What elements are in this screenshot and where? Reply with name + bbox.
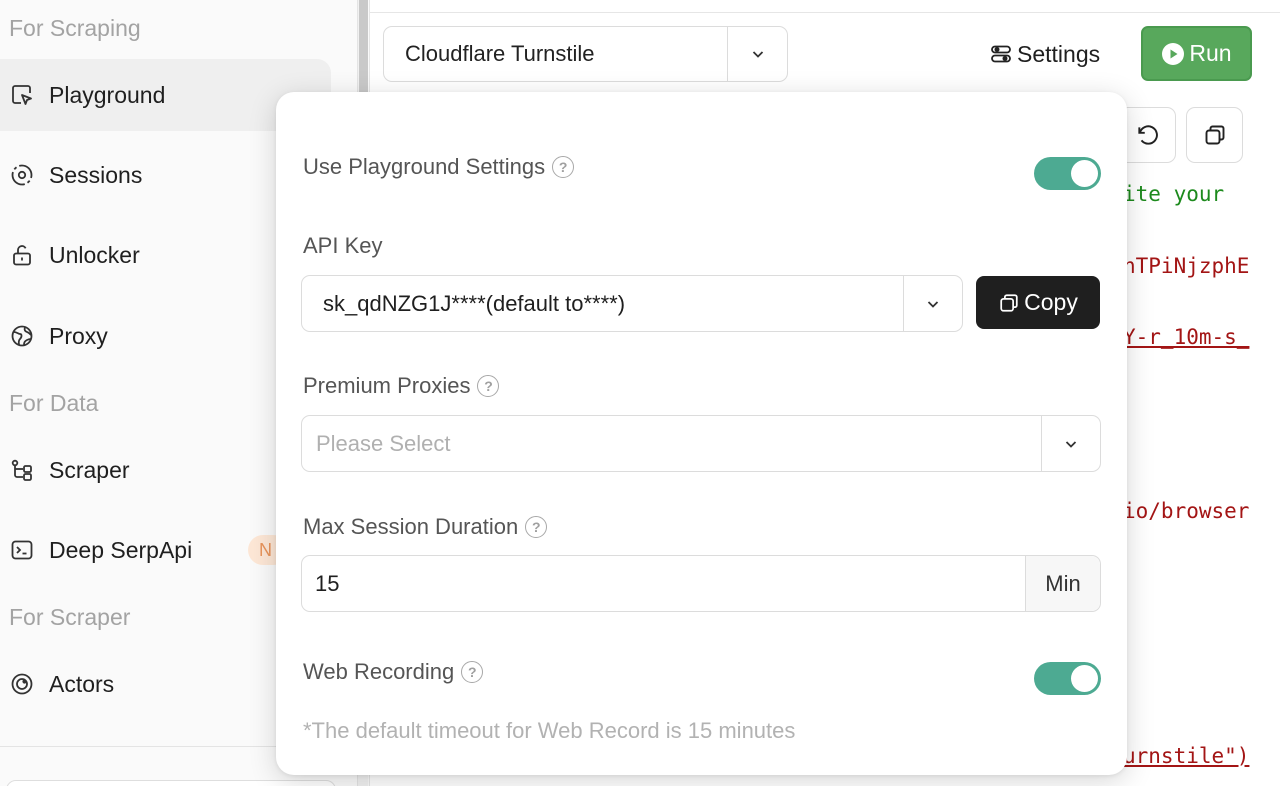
help-icon[interactable]: ? xyxy=(461,661,484,683)
label-text: Premium Proxies xyxy=(303,373,471,398)
max-session-duration-label: Max Session Duration ? xyxy=(303,514,548,540)
premium-proxies-select[interactable]: Please Select xyxy=(301,415,1101,472)
run-button[interactable]: Run xyxy=(1141,26,1252,81)
settings-popover: Use Playground Settings ? API Key sk_qdN… xyxy=(276,92,1127,775)
sidebar-item-label: Actors xyxy=(49,670,115,697)
copy-label: Copy xyxy=(1024,289,1078,315)
api-key-select[interactable]: sk_qdNZG1J****(default to****) xyxy=(301,275,963,332)
sidebar-item-label: Scraper xyxy=(49,456,130,483)
max-session-duration-value[interactable]: 15 xyxy=(302,571,1025,597)
code-line[interactable]: Y-r_10m-s_ xyxy=(1123,325,1249,349)
code-line: ite your xyxy=(1123,182,1225,206)
play-icon xyxy=(1161,42,1185,66)
duration-unit: Min xyxy=(1025,556,1100,611)
template-select[interactable]: Cloudflare Turnstile xyxy=(383,26,788,82)
label-text: Max Session Duration xyxy=(303,514,519,539)
help-icon[interactable]: ? xyxy=(525,516,548,538)
divider xyxy=(369,12,1280,13)
template-select-value: Cloudflare Turnstile xyxy=(405,41,595,66)
chevron-down-icon[interactable] xyxy=(903,276,962,331)
chevron-down-icon[interactable] xyxy=(1041,416,1100,471)
label-text: Web Recording xyxy=(303,659,455,684)
globe-icon xyxy=(9,323,35,349)
sidebar-item-label: Unlocker xyxy=(49,241,140,268)
settings-label: Settings xyxy=(1017,40,1101,67)
help-icon[interactable]: ? xyxy=(552,156,575,178)
label-text: Use Playground Settings xyxy=(303,154,546,179)
sidebar-bottom-box[interactable] xyxy=(6,780,336,786)
use-playground-settings-label: Use Playground Settings ? xyxy=(303,154,575,180)
section-for-scraper: For Scraper xyxy=(9,604,131,630)
reset-button[interactable] xyxy=(1119,107,1176,163)
web-recording-toggle[interactable] xyxy=(1034,662,1101,695)
premium-proxies-placeholder: Please Select xyxy=(316,430,451,456)
api-key-value: sk_qdNZG1J****(default to****) xyxy=(323,290,626,316)
code-line: urnstile") xyxy=(1123,744,1250,768)
web-recording-label: Web Recording ? xyxy=(303,659,484,685)
sidebar-item-label: Sessions xyxy=(49,161,143,188)
code-line: nTPiNjzphE xyxy=(1123,254,1250,278)
copy-code-button[interactable] xyxy=(1186,107,1243,163)
help-icon[interactable]: ? xyxy=(477,375,500,397)
scrollbar-thumb[interactable] xyxy=(359,0,368,92)
max-session-duration-input[interactable]: 15 Min xyxy=(301,555,1101,612)
web-record-timeout-note: *The default timeout for Web Record is 1… xyxy=(303,718,796,743)
premium-proxies-label: Premium Proxies ? xyxy=(303,373,500,399)
use-playground-settings-toggle[interactable] xyxy=(1034,157,1101,190)
settings-button[interactable]: Settings xyxy=(989,34,1100,74)
cursor-box-icon xyxy=(9,82,35,108)
sliders-icon xyxy=(989,42,1013,66)
toggle-knob xyxy=(1071,665,1098,692)
chevron-down-icon[interactable] xyxy=(727,27,787,81)
unlock-icon xyxy=(9,242,35,268)
copy-api-key-button[interactable]: Copy xyxy=(976,276,1100,329)
actors-icon xyxy=(9,671,35,697)
terminal-icon xyxy=(9,537,35,563)
api-key-label: API Key xyxy=(303,233,383,258)
scraper-icon xyxy=(9,457,35,483)
copy-icon xyxy=(998,292,1020,314)
section-for-scraping: For Scraping xyxy=(9,15,141,41)
code-line: io/browser xyxy=(1123,499,1250,523)
reset-icon xyxy=(1135,122,1161,148)
sidebar-item-label: Proxy xyxy=(49,322,108,349)
section-for-data: For Data xyxy=(9,390,99,416)
sidebar-item-label: Playground xyxy=(49,81,166,108)
sessions-icon xyxy=(9,162,35,188)
toggle-knob xyxy=(1071,160,1098,187)
sidebar-item-label: Deep SerpApi xyxy=(49,536,193,563)
copy-icon xyxy=(1203,123,1227,147)
run-label: Run xyxy=(1189,40,1232,66)
